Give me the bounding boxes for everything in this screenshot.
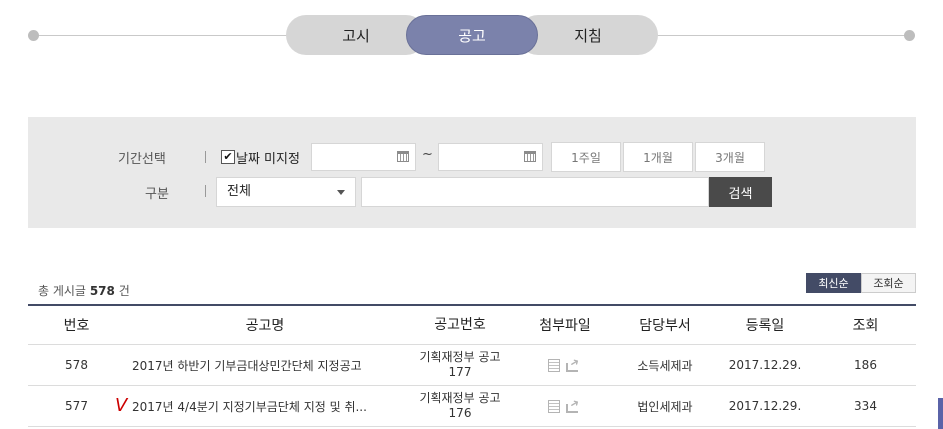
row-department: 소득세제과 <box>637 358 693 373</box>
range-separator: ~ <box>422 147 433 162</box>
row-title-link[interactable]: 2017년 하반기 기부금대상민간단체 지정공고 <box>132 345 404 385</box>
document-icon[interactable] <box>548 399 560 413</box>
tab-guideline[interactable]: 지침 <box>518 15 658 55</box>
sort-views-button[interactable]: 조회순 <box>861 273 916 293</box>
row-announcement-seq: 177 <box>448 365 472 379</box>
row-department: 법인세제과 <box>637 399 693 414</box>
row-date: 2017.12.29. <box>728 358 802 372</box>
end-date-input[interactable] <box>438 143 543 171</box>
col-title: 공고명 <box>245 318 285 334</box>
row-number: 578 <box>65 358 88 372</box>
row-announcement-seq: 176 <box>448 406 472 420</box>
period-separator <box>205 151 206 163</box>
period-1week-button[interactable]: 1주일 <box>551 142 621 172</box>
row-views: 334 <box>854 399 877 413</box>
share-icon[interactable] <box>566 400 582 413</box>
divider-dot-right <box>904 30 915 41</box>
category-select-value: 전체 <box>227 184 251 199</box>
search-button[interactable]: 검색 <box>709 177 772 207</box>
period-1month-button[interactable]: 1개월 <box>623 142 693 172</box>
tab-announcement[interactable]: 공고 <box>406 15 538 55</box>
calendar-icon[interactable] <box>524 151 536 162</box>
row-announcement-no: 기획재정부 공고 176 <box>405 386 515 426</box>
side-widget-edge[interactable] <box>938 398 943 429</box>
table-header: 번호 공고명 공고번호 첨부파일 담당부서 등록일 조회 <box>28 306 916 345</box>
divider-dot-left <box>28 30 39 41</box>
row-announcement-org: 기획재정부 공고 <box>419 391 501 405</box>
no-date-checkbox[interactable]: ✔ <box>221 150 235 164</box>
col-views: 조회 <box>852 318 879 334</box>
category-select[interactable]: 전체 <box>216 177 356 207</box>
table-row[interactable]: 577 2017년 4/4분기 지정기부금단체 지정 및 취... 기획재정부 … <box>28 386 916 427</box>
document-icon[interactable] <box>548 358 560 372</box>
total-number: 578 <box>89 284 115 298</box>
category-label: 구분 <box>145 187 169 202</box>
category-separator <box>205 185 206 197</box>
col-date: 등록일 <box>745 318 785 334</box>
col-number: 번호 <box>63 318 90 334</box>
row-views: 186 <box>854 358 877 372</box>
row-date: 2017.12.29. <box>728 399 802 413</box>
share-icon[interactable] <box>566 359 582 372</box>
period-label: 기간선택 <box>118 152 166 167</box>
total-count: 총 게시글 578 건 <box>38 282 130 299</box>
no-date-label[interactable]: 날짜 미지정 <box>236 148 300 167</box>
check-annotation-mark: V <box>115 395 128 416</box>
row-announcement-org: 기획재정부 공고 <box>419 350 501 364</box>
col-attachment: 첨부파일 <box>539 318 591 334</box>
search-panel <box>28 117 916 228</box>
chevron-down-icon <box>337 190 345 195</box>
col-announcement-no: 공고번호 <box>434 316 486 333</box>
row-announcement-no: 기획재정부 공고 177 <box>405 345 515 385</box>
row-title-link[interactable]: 2017년 4/4분기 지정기부금단체 지정 및 취... <box>132 386 404 426</box>
row-attachments <box>525 386 605 426</box>
total-suffix: 건 <box>118 284 130 298</box>
tab-notice[interactable]: 고시 <box>286 15 426 55</box>
total-prefix: 총 게시글 <box>38 284 86 298</box>
category-tabs: 고시 지침 공고 <box>286 15 658 55</box>
table-row[interactable]: 578 2017년 하반기 기부금대상민간단체 지정공고 기획재정부 공고 17… <box>28 345 916 386</box>
row-number: 577 <box>65 399 88 413</box>
sort-latest-button[interactable]: 최신순 <box>806 273 861 293</box>
period-3month-button[interactable]: 3개월 <box>695 142 765 172</box>
keyword-input[interactable] <box>361 177 709 207</box>
calendar-icon[interactable] <box>397 151 409 162</box>
start-date-input[interactable] <box>311 143 416 171</box>
col-department: 담당부서 <box>639 318 691 334</box>
row-attachments <box>525 345 605 385</box>
